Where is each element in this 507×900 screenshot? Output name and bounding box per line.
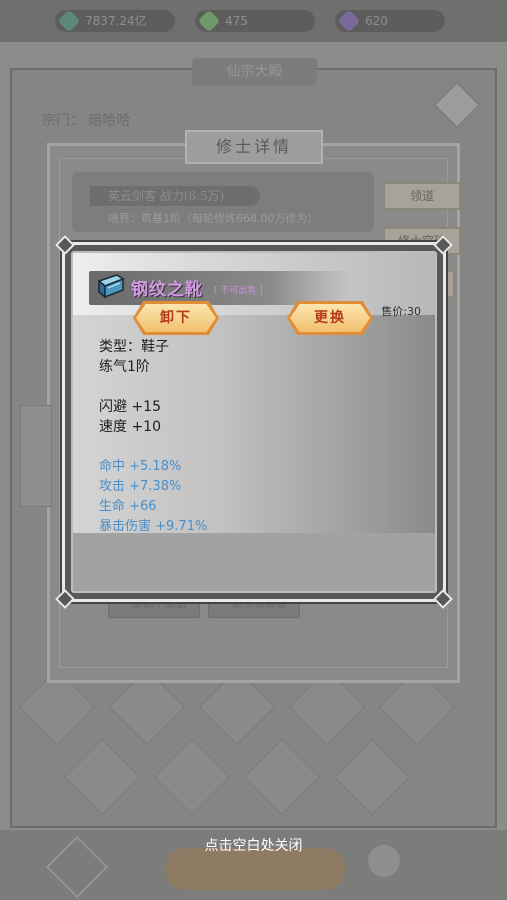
- item-name: 钢纹之靴: [131, 280, 203, 300]
- slot-cell[interactable]: [63, 738, 141, 816]
- cultivator-name-power: 英云剑客 战力(8.5万): [90, 186, 260, 206]
- base-stat: 闪避 +15: [99, 399, 161, 415]
- unequip-button[interactable]: 卸下: [133, 301, 219, 335]
- replace-label: 更换: [314, 310, 346, 326]
- resource-value: 7837.24亿: [85, 14, 147, 28]
- item-price: 售价:30: [381, 305, 421, 318]
- cultivator-realm: 境界：筑基1阶（每轮修炼668.00万修为）: [108, 212, 319, 225]
- close-hint: 点击空白处关闭: [204, 838, 303, 854]
- bonus-stat: 攻击 +7.38%: [99, 479, 182, 494]
- equipment-detail-popup: 钢纹之靴 [ 不可出售 ] 售价:30 类型：鞋子 练气1阶 闪避 +15 速度…: [55, 235, 453, 609]
- resource-spirit-stones: 7837.24亿: [55, 9, 175, 33]
- lead-button[interactable]: 领道: [383, 182, 461, 210]
- slot-cell[interactable]: [243, 738, 321, 816]
- base-stat: 速度 +10: [99, 419, 161, 435]
- replace-button[interactable]: 更换: [287, 301, 373, 335]
- resource-jade: 475: [195, 9, 315, 33]
- sect-name: 宗门： 暗哈哈: [42, 113, 131, 129]
- boots-book-icon: [97, 274, 125, 299]
- equipment-slot-tab[interactable]: [20, 405, 52, 507]
- resource-crystal: 620: [335, 9, 445, 33]
- popup-button-band: [73, 533, 435, 591]
- popup-body: 钢纹之靴 [ 不可出售 ] 售价:30 类型：鞋子 练气1阶 闪避 +15 速度…: [71, 251, 437, 593]
- slot-cell[interactable]: [153, 738, 231, 816]
- unequip-label: 卸下: [160, 310, 192, 326]
- resource-bar: 7837.24亿 475 620: [0, 0, 507, 42]
- detail-panel-title: 修士详情: [185, 130, 323, 164]
- bonus-stat: 命中 +5.18%: [99, 459, 182, 474]
- item-attributes: 类型：鞋子 练气1阶 闪避 +15 速度 +10 命中 +5.18% 攻击 +7…: [99, 337, 415, 537]
- bonus-stat: 生命 +66: [99, 499, 157, 514]
- sect-panel-title: 仙宗大殿: [192, 58, 317, 86]
- item-level: 练气1阶: [99, 359, 150, 375]
- item-type: 类型：鞋子: [99, 339, 169, 355]
- resource-value: 475: [225, 14, 248, 28]
- item-tag: [ 不可出售 ]: [214, 286, 263, 296]
- green-gem-icon: [57, 9, 81, 33]
- resource-value: 620: [365, 14, 388, 28]
- purple-crystal-icon: [337, 9, 361, 33]
- jade-crystal-icon: [197, 9, 221, 33]
- popup-header: 钢纹之靴 [ 不可出售 ] 售价:30: [73, 253, 435, 318]
- slot-cell[interactable]: [333, 738, 411, 816]
- disciple-slot-grid: [18, 668, 490, 830]
